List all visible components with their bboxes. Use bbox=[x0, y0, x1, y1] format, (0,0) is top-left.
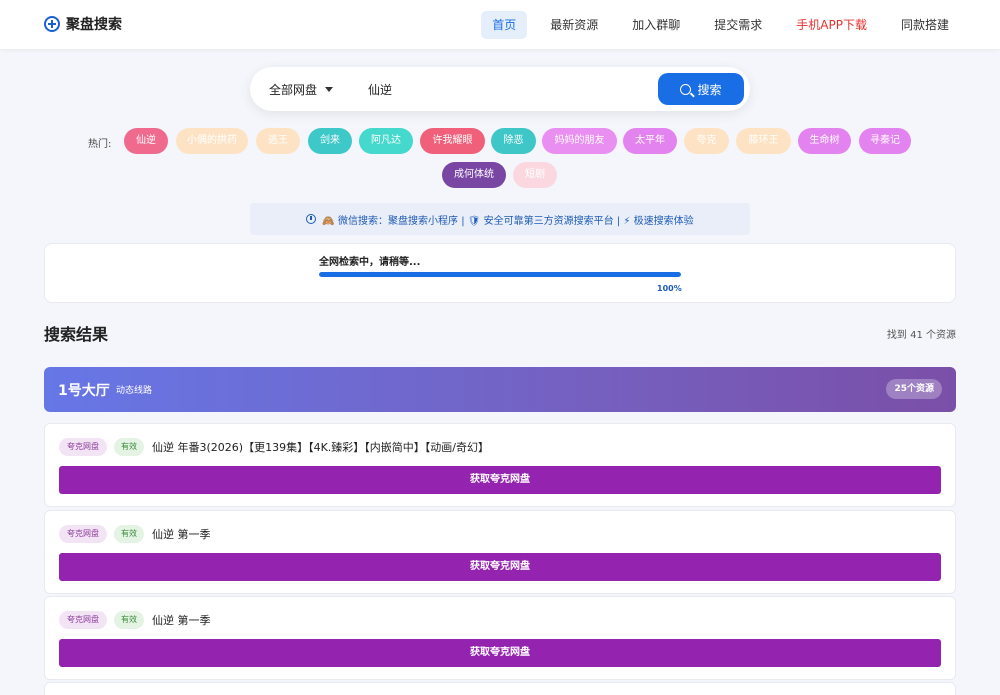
source-badge: 夸克网盘 bbox=[59, 525, 107, 543]
source-badge: 夸克网盘 bbox=[59, 438, 107, 456]
clock-icon bbox=[306, 214, 317, 224]
results-title: 搜索结果 bbox=[44, 325, 109, 344]
progress-percent: 100% bbox=[657, 284, 682, 293]
nav-item-build-same[interactable]: 同款搭建 bbox=[890, 11, 960, 39]
search-progress: 全网检索中，请稍等... 100% bbox=[44, 243, 956, 303]
result-title[interactable]: 仙逆 第一季 bbox=[152, 612, 211, 628]
progress-fill bbox=[319, 272, 681, 277]
search-input[interactable] bbox=[368, 77, 648, 101]
nav-item-home[interactable]: 首页 bbox=[481, 11, 528, 39]
hot-tag[interactable]: 除恶 bbox=[491, 128, 536, 154]
notice-text: 🙈 微信搜索：聚盘搜索小程序 | 🛡 安全可靠第三方资源搜索平台 | ⚡ 极速搜… bbox=[322, 215, 694, 227]
hot-tag[interactable]: 太平年 bbox=[623, 128, 677, 154]
hot-tag[interactable]: 许我耀眼 bbox=[420, 128, 485, 154]
logo-text: 聚盘搜索 bbox=[66, 17, 122, 33]
hot-tag[interactable]: 仙逆 bbox=[124, 128, 168, 154]
get-link-button[interactable]: 获取夸克网盘 bbox=[59, 466, 941, 494]
select-label: 全部网盘 bbox=[269, 83, 318, 97]
hot-tag[interactable]: 成何体统 bbox=[442, 162, 506, 188]
search-button[interactable]: 搜索 bbox=[658, 73, 744, 105]
notice-banner: 🙈 微信搜索：聚盘搜索小程序 | 🛡 安全可靠第三方资源搜索平台 | ⚡ 极速搜… bbox=[250, 203, 750, 235]
top-header: 聚盘搜索 首页 最新资源 加入群聊 提交需求 手机APP下载 同款搭建 bbox=[0, 0, 1000, 50]
site-logo[interactable]: 聚盘搜索 bbox=[44, 14, 122, 34]
result-card: 夸克网盘 有效 仙逆 年番3(2026)【更139集】【4K.臻彩】【内嵌简中】… bbox=[44, 423, 956, 507]
hall-count-badge: 25个资源 bbox=[886, 379, 942, 399]
hot-tag[interactable]: 剑来 bbox=[308, 128, 352, 154]
hot-tag[interactable]: 阿凡达 bbox=[359, 128, 413, 154]
status-badge: 有效 bbox=[114, 525, 144, 543]
nav-item-submit-request[interactable]: 提交需求 bbox=[703, 11, 773, 39]
hot-tag[interactable]: 短剧 bbox=[513, 162, 557, 188]
caret-down-icon bbox=[325, 87, 334, 92]
hot-tag[interactable]: 逃王 bbox=[256, 128, 300, 154]
result-card: 夸克网盘 有效 仙逆 第一季 获取夸克网盘 bbox=[44, 510, 956, 594]
status-badge: 有效 bbox=[114, 438, 144, 456]
hall-name: 1号大厅 bbox=[58, 383, 110, 399]
main-nav: 首页 最新资源 加入群聊 提交需求 手机APP下载 同款搭建 bbox=[481, 11, 960, 39]
nav-item-join-group[interactable]: 加入群聊 bbox=[621, 11, 691, 39]
result-title[interactable]: 仙逆 第一季 bbox=[152, 526, 211, 542]
plus-circle-icon bbox=[44, 16, 60, 32]
nav-item-app-download[interactable]: 手机APP下载 bbox=[785, 11, 878, 39]
hot-label: 热门: bbox=[88, 139, 112, 150]
disk-type-select[interactable]: 全部网盘 bbox=[269, 81, 334, 98]
search-bar: 全部网盘 搜索 bbox=[250, 67, 750, 111]
result-card bbox=[44, 682, 956, 695]
hot-tag[interactable]: 寻秦记 bbox=[859, 128, 911, 154]
hot-tag[interactable]: 藤环王 bbox=[736, 128, 791, 154]
status-badge: 有效 bbox=[114, 611, 144, 629]
progress-text: 全网检索中，请稍等... bbox=[319, 257, 421, 268]
hot-tag[interactable]: 妈妈的朋友 bbox=[542, 128, 617, 154]
search-icon bbox=[680, 83, 692, 95]
result-title[interactable]: 仙逆 年番3(2026)【更139集】【4K.臻彩】【内嵌简中】【动画/奇幻】 bbox=[152, 439, 489, 455]
result-card: 夸克网盘 有效 仙逆 第一季 获取夸克网盘 bbox=[44, 596, 956, 680]
source-badge: 夸克网盘 bbox=[59, 611, 107, 629]
results-count: 找到 41 个资源 bbox=[886, 330, 956, 341]
get-link-button[interactable]: 获取夸克网盘 bbox=[59, 553, 941, 581]
progress-track bbox=[319, 272, 681, 277]
get-link-button[interactable]: 获取夸克网盘 bbox=[59, 639, 941, 667]
search-button-label: 搜索 bbox=[697, 82, 722, 97]
hall-header[interactable]: 1号大厅 动态线路 25个资源 bbox=[44, 367, 956, 412]
hot-tag[interactable]: 小偶的拱药 bbox=[176, 128, 248, 154]
hot-tag[interactable]: 夸克 bbox=[684, 128, 729, 154]
nav-item-latest[interactable]: 最新资源 bbox=[539, 11, 609, 39]
hall-sub: 动态线路 bbox=[116, 386, 153, 396]
hot-tag[interactable]: 生命树 bbox=[798, 128, 851, 154]
